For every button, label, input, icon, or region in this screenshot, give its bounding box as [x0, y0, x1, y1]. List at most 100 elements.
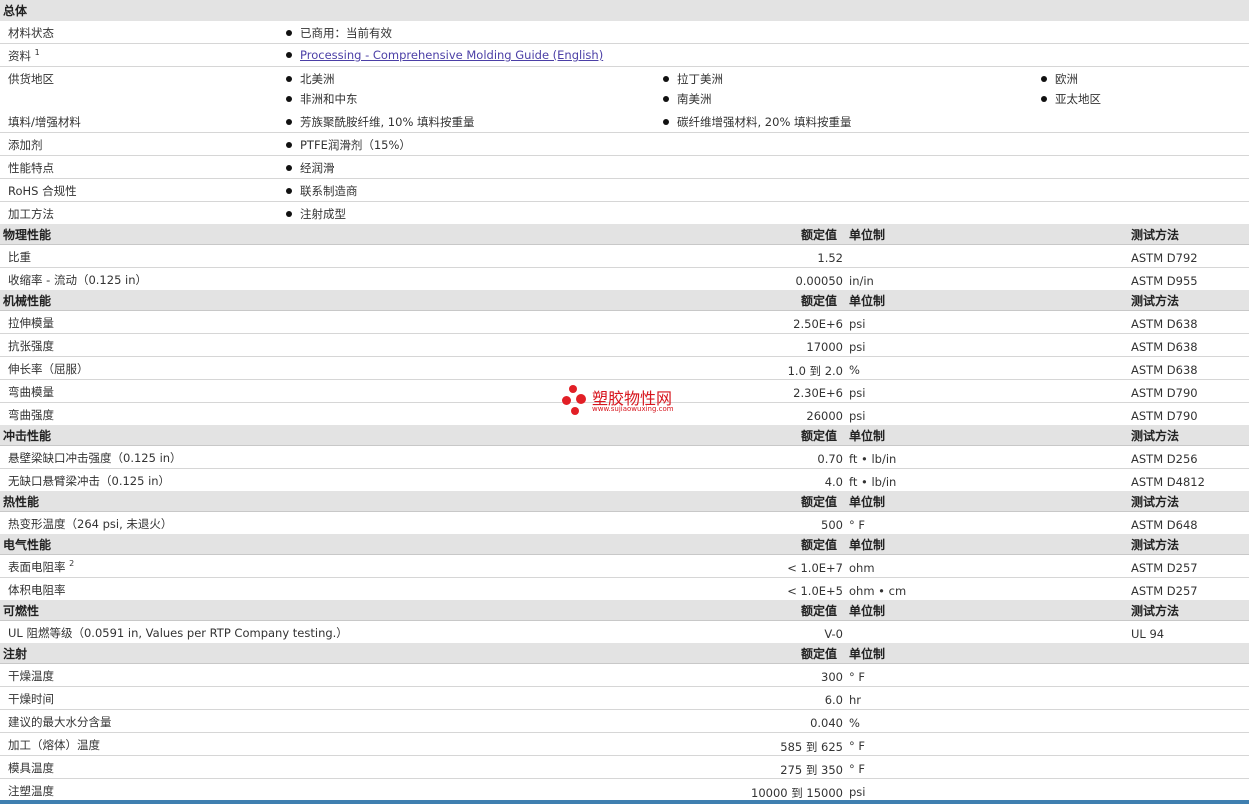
molding-guide-link[interactable]: Processing - Comprehensive Molding Guide… [300, 48, 603, 62]
general-row-features: 性能特点 经润滑 [0, 156, 1249, 179]
row-unit: ohm • cm [849, 584, 907, 598]
row-value: 4.0 [824, 475, 843, 489]
value-header: 额定值 [801, 294, 838, 308]
section-title: 物理性能 [3, 228, 52, 242]
bullet-icon [286, 96, 292, 102]
property-row: 拉伸模量 2.50E+6 psi ASTM D638 [0, 311, 1249, 334]
row-label: 供货地区 [8, 72, 54, 86]
property-row: 注塑温度 10000 到 15000 psi [0, 779, 1249, 801]
row-label: 伸长率（屈服） [8, 362, 89, 376]
row-unit: ohm [849, 561, 875, 575]
row-unit: psi [849, 317, 866, 331]
method-header: 测试方法 [1131, 294, 1180, 308]
bullet-icon [663, 119, 669, 125]
bullet-icon [286, 142, 292, 148]
section-mechanical: 机械性能 额定值 单位制 测试方法 [0, 290, 1249, 311]
unit-header: 单位制 [849, 429, 886, 443]
section-general: 总体 [0, 0, 1249, 22]
row-unit: ° F [849, 518, 866, 532]
row-label: 注塑温度 [8, 784, 54, 798]
row-unit: in/in [849, 274, 874, 288]
row-label: 悬壁梁缺口冲击强度（0.125 in） [8, 451, 182, 465]
bottom-scroll-bar [0, 800, 1249, 804]
general-row-regions: 供货地区 北美洲 拉丁美洲 欧洲 非洲和中东 南美洲 亚太地区 [0, 67, 1249, 111]
general-row-additive: 添加剂 PTFE润滑剂（15%） [0, 133, 1249, 156]
list-item: 欧洲 [1041, 71, 1078, 87]
bullet-icon [286, 119, 292, 125]
row-label: 干燥温度 [8, 669, 54, 683]
unit-header: 单位制 [849, 647, 886, 661]
property-row: 伸长率（屈服） 1.0 到 2.0 % ASTM D638 [0, 357, 1249, 380]
list-item: 南美洲 [663, 91, 712, 107]
section-title: 机械性能 [3, 294, 52, 308]
row-unit: psi [849, 386, 866, 400]
row-method: ASTM D648 [1131, 518, 1198, 532]
property-row: 表面电阻率 2 < 1.0E+7 ohm ASTM D257 [0, 555, 1249, 578]
row-label: 加工（熔体）温度 [8, 738, 100, 752]
section-impact: 冲击性能 额定值 单位制 测试方法 [0, 425, 1249, 446]
bullet-icon [1041, 76, 1047, 82]
general-row-docs: 资料 1 Processing - Comprehensive Molding … [0, 44, 1249, 67]
section-title: 总体 [3, 4, 28, 18]
row-value: 10000 到 15000 [751, 786, 843, 800]
row-value: V-0 [824, 627, 843, 641]
watermark-logo: 塑胶物性网 www.sujiaowuxing.com [562, 383, 692, 419]
row-value: 2.30E+6 [793, 386, 843, 400]
row-method: ASTM D257 [1131, 561, 1198, 575]
method-header: 测试方法 [1131, 604, 1180, 618]
row-label: 材料状态 [8, 26, 54, 40]
row-unit: ° F [849, 739, 866, 753]
list-item: 亚太地区 [1041, 91, 1101, 107]
row-label: 热变形温度（264 psi, 未退火） [8, 517, 173, 531]
row-label: 抗张强度 [8, 339, 54, 353]
row-unit: ft • lb/in [849, 452, 897, 466]
row-value: 275 到 350 [780, 763, 843, 777]
property-row: UL 阻燃等级（0.0591 in, Values per RTP Compan… [0, 621, 1249, 644]
row-method: ASTM D792 [1131, 251, 1198, 265]
unit-header: 单位制 [849, 228, 886, 242]
unit-header: 单位制 [849, 604, 886, 618]
method-header: 测试方法 [1131, 429, 1180, 443]
bullet-icon [286, 52, 292, 58]
row-label: 拉伸模量 [8, 316, 54, 330]
row-unit: psi [849, 785, 866, 799]
value-header: 额定值 [801, 604, 838, 618]
row-value: 300 [821, 670, 843, 684]
value-header: 额定值 [801, 429, 838, 443]
general-row-process: 加工方法 注射成型 [0, 202, 1249, 225]
property-row: 干燥时间 6.0 hr [0, 687, 1249, 710]
unit-header: 单位制 [849, 294, 886, 308]
row-value: 0.70 [817, 452, 843, 466]
bullet-icon [663, 76, 669, 82]
row-value: < 1.0E+5 [787, 584, 843, 598]
row-label: 比重 [8, 250, 31, 264]
list-item: PTFE润滑剂（15%） [286, 137, 411, 153]
row-value: 1.52 [817, 251, 843, 265]
row-method: ASTM D4812 [1131, 475, 1205, 489]
section-electrical: 电气性能 额定值 单位制 测试方法 [0, 534, 1249, 555]
property-row: 抗张强度 17000 psi ASTM D638 [0, 334, 1249, 357]
section-injection: 注射 额定值 单位制 [0, 643, 1249, 664]
bullet-icon [286, 76, 292, 82]
row-value: 26000 [806, 409, 843, 423]
row-unit: psi [849, 340, 866, 354]
list-item: 非洲和中东 [286, 91, 358, 107]
row-label: 弯曲模量 [8, 385, 54, 399]
list-item: 北美洲 [286, 71, 335, 87]
row-unit: ft • lb/in [849, 475, 897, 489]
row-label: 弯曲强度 [8, 408, 54, 422]
method-header: 测试方法 [1131, 228, 1180, 242]
section-thermal: 热性能 额定值 单位制 测试方法 [0, 491, 1249, 512]
row-value: 0.040 [810, 716, 843, 730]
property-row: 比重 1.52 ASTM D792 [0, 245, 1249, 268]
row-label: 资料 1 [8, 48, 40, 63]
row-value: 2.50E+6 [793, 317, 843, 331]
row-unit: % [849, 363, 860, 377]
row-label: RoHS 合规性 [8, 184, 77, 198]
row-unit: ° F [849, 670, 866, 684]
general-row-rohs: RoHS 合规性 联系制造商 [0, 179, 1249, 202]
row-method: ASTM D790 [1131, 386, 1198, 400]
row-label: 表面电阻率 2 [8, 559, 75, 574]
property-row: 模具温度 275 到 350 ° F [0, 756, 1249, 779]
row-value: < 1.0E+7 [787, 561, 843, 575]
